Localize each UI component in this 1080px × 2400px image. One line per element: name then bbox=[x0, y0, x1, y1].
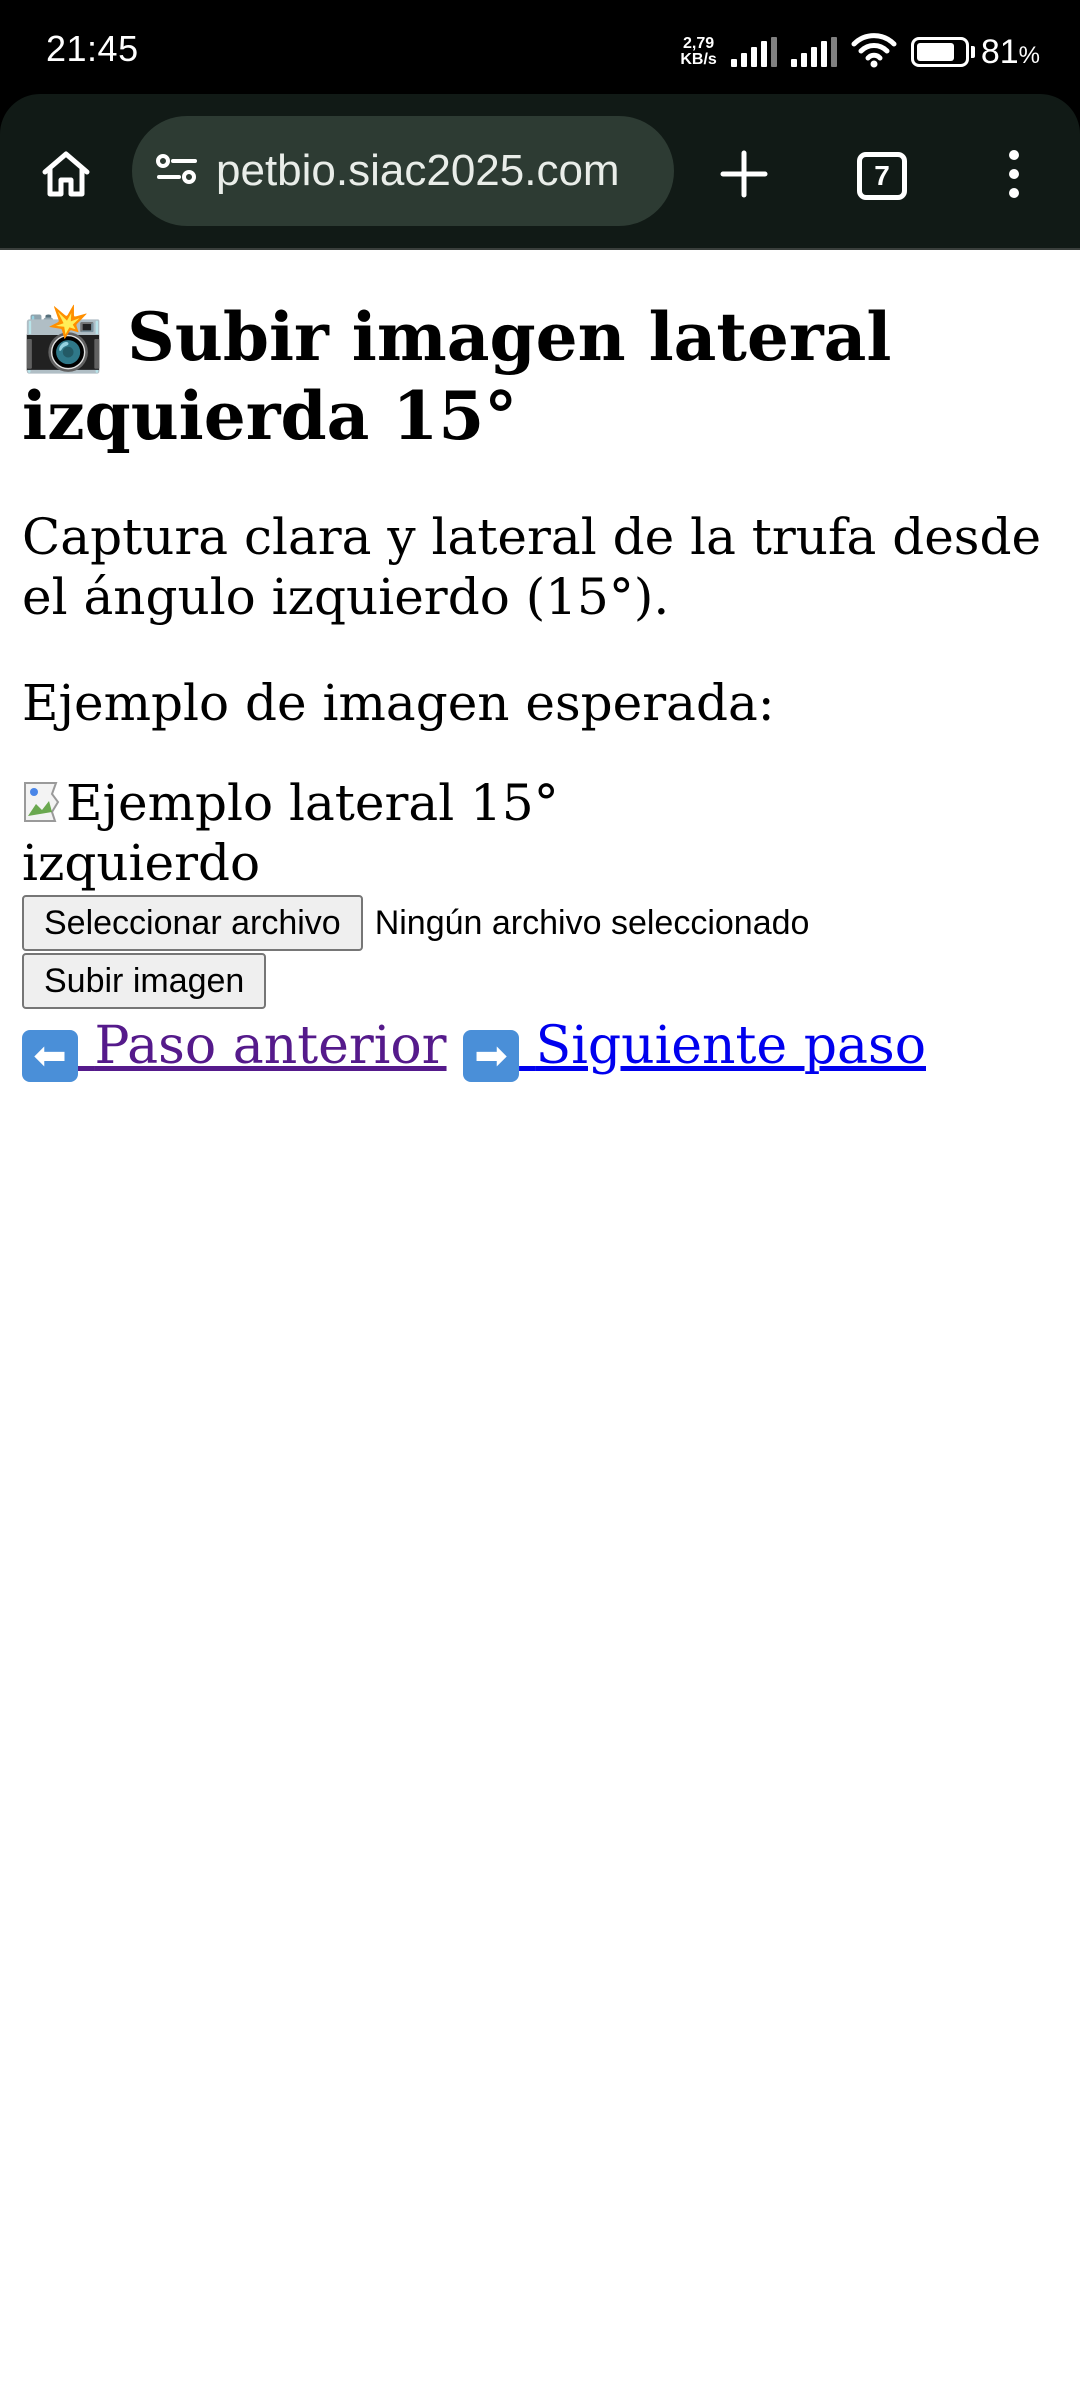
site-settings-icon bbox=[153, 149, 201, 193]
example-image-alt-text: Ejemplo lateral 15° izquierdo bbox=[22, 774, 559, 892]
battery-icon: 81 % bbox=[910, 32, 1040, 72]
home-icon bbox=[38, 146, 94, 206]
tab-count: 7 bbox=[857, 152, 907, 200]
signal-icon bbox=[790, 37, 837, 67]
browser-menu-button[interactable] bbox=[976, 138, 1052, 214]
example-image: Ejemplo lateral 15° izquierdo bbox=[22, 773, 582, 893]
file-input[interactable]: Seleccionar archivo Ningún archivo selec… bbox=[22, 895, 1062, 951]
page-description: Captura clara y lateral de la trufa desd… bbox=[22, 508, 1042, 626]
upload-image-button[interactable]: Subir imagen bbox=[22, 953, 267, 1009]
url-text[interactable]: petbio.siac2025.com bbox=[216, 146, 620, 196]
wifi-icon bbox=[851, 32, 897, 73]
step-navigation: ⬅ Paso anterior ➡ Siguiente paso bbox=[22, 1013, 1062, 1082]
battery-percent-sign: % bbox=[1018, 42, 1040, 69]
broken-image-icon bbox=[22, 777, 66, 822]
example-label: Ejemplo de imagen esperada: bbox=[22, 674, 775, 732]
file-status-text: Ningún archivo seleccionado bbox=[374, 903, 810, 942]
network-speed: 2,79 KB/s bbox=[680, 36, 716, 68]
site-settings-button[interactable] bbox=[132, 116, 222, 226]
previous-step-link[interactable]: ⬅ Paso anterior bbox=[22, 1016, 447, 1082]
browser-toolbar: petbio.siac2025.com 7 bbox=[0, 94, 1080, 250]
next-step-label: Siguiente paso bbox=[535, 1016, 926, 1076]
page-title: 📸 Subir imagen lateral izquierda 15° bbox=[22, 298, 1062, 455]
network-speed-value: 2,79 bbox=[683, 35, 715, 52]
previous-step-label: Paso anterior bbox=[94, 1016, 447, 1076]
status-icons: 2,79 KB/s 81 % bbox=[680, 30, 1040, 74]
signal-icon bbox=[730, 37, 777, 67]
status-bar: 21:45 2,79 KB/s 81 % bbox=[0, 0, 1080, 98]
camera-flash-icon: 📸 bbox=[22, 299, 105, 376]
right-arrow-icon: ➡ bbox=[463, 1030, 520, 1082]
battery-percent: 81 bbox=[980, 32, 1019, 71]
page-title-text: Subir imagen lateral izquierda 15° bbox=[22, 298, 892, 455]
network-speed-unit: KB/s bbox=[680, 51, 717, 68]
left-arrow-icon: ⬅ bbox=[22, 1030, 78, 1082]
next-step-link[interactable]: ➡ Siguiente paso bbox=[463, 1016, 926, 1082]
page-content: 📸 Subir imagen lateral izquierda 15° Cap… bbox=[22, 250, 1062, 1082]
home-button[interactable] bbox=[28, 138, 104, 214]
more-vertical-icon bbox=[1004, 148, 1024, 204]
choose-file-button[interactable]: Seleccionar archivo bbox=[22, 895, 363, 951]
plus-icon bbox=[719, 149, 769, 203]
address-bar[interactable]: petbio.siac2025.com bbox=[132, 116, 674, 226]
status-time: 21:45 bbox=[46, 28, 139, 69]
new-tab-button[interactable] bbox=[706, 138, 782, 214]
tab-switcher-button[interactable]: 7 bbox=[844, 138, 920, 214]
